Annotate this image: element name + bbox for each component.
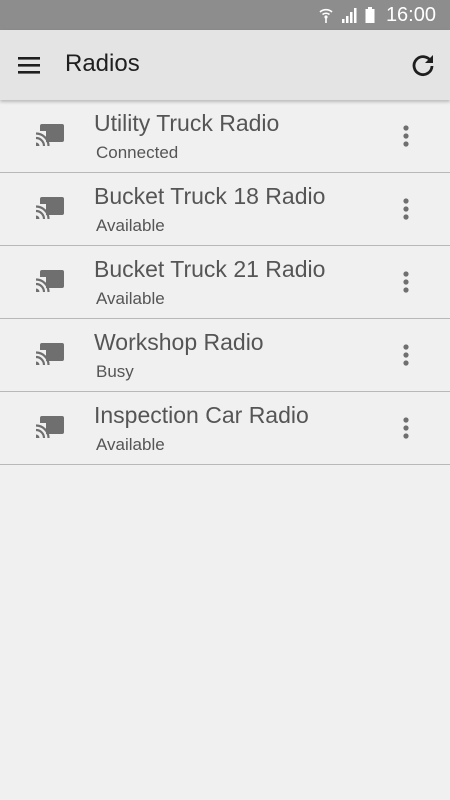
more-vert-icon[interactable]	[394, 341, 418, 369]
app-bar: Radios	[0, 30, 450, 100]
more-vert-icon[interactable]	[394, 268, 418, 296]
radio-status: Available	[96, 216, 165, 235]
cast-icon	[35, 197, 64, 221]
battery-icon	[365, 7, 375, 23]
more-vert-icon[interactable]	[394, 414, 418, 442]
radio-list-item[interactable]: Bucket Truck 18 Radio Available	[0, 173, 450, 246]
wifi-icon	[319, 8, 333, 23]
status-bar: 16:00	[0, 0, 450, 30]
radio-name: Inspection Car Radio	[94, 402, 309, 428]
radio-status: Busy	[96, 362, 134, 381]
more-vert-icon[interactable]	[394, 122, 418, 150]
cast-icon	[35, 416, 64, 440]
hamburger-menu-icon	[18, 57, 40, 74]
radio-list: Utility Truck Radio Connected Bucket Tru…	[0, 100, 450, 465]
page-title: Radios	[65, 50, 140, 77]
cast-icon	[35, 124, 64, 148]
refresh-icon	[412, 55, 434, 76]
status-icons: 16:00	[318, 0, 436, 30]
radio-list-item[interactable]: Bucket Truck 21 Radio Available	[0, 246, 450, 319]
radio-name: Utility Truck Radio	[94, 110, 280, 136]
radio-list-item[interactable]: Utility Truck Radio Connected	[0, 100, 450, 173]
refresh-button[interactable]	[408, 50, 438, 80]
radio-status: Connected	[96, 143, 179, 162]
radio-list-item[interactable]: Workshop Radio Busy	[0, 319, 450, 392]
radio-name: Bucket Truck 21 Radio	[94, 256, 326, 282]
menu-button[interactable]	[14, 51, 46, 79]
status-time: 16:00	[385, 3, 436, 26]
radio-status: Available	[96, 289, 165, 308]
radio-name: Workshop Radio	[94, 329, 264, 355]
cast-icon	[35, 270, 64, 294]
cast-icon	[35, 343, 64, 367]
radio-status: Available	[96, 435, 165, 454]
radio-list-item[interactable]: Inspection Car Radio Available	[0, 392, 450, 465]
radio-name: Bucket Truck 18 Radio	[94, 183, 326, 209]
signal-icon	[341, 8, 357, 23]
more-vert-icon[interactable]	[394, 195, 418, 223]
